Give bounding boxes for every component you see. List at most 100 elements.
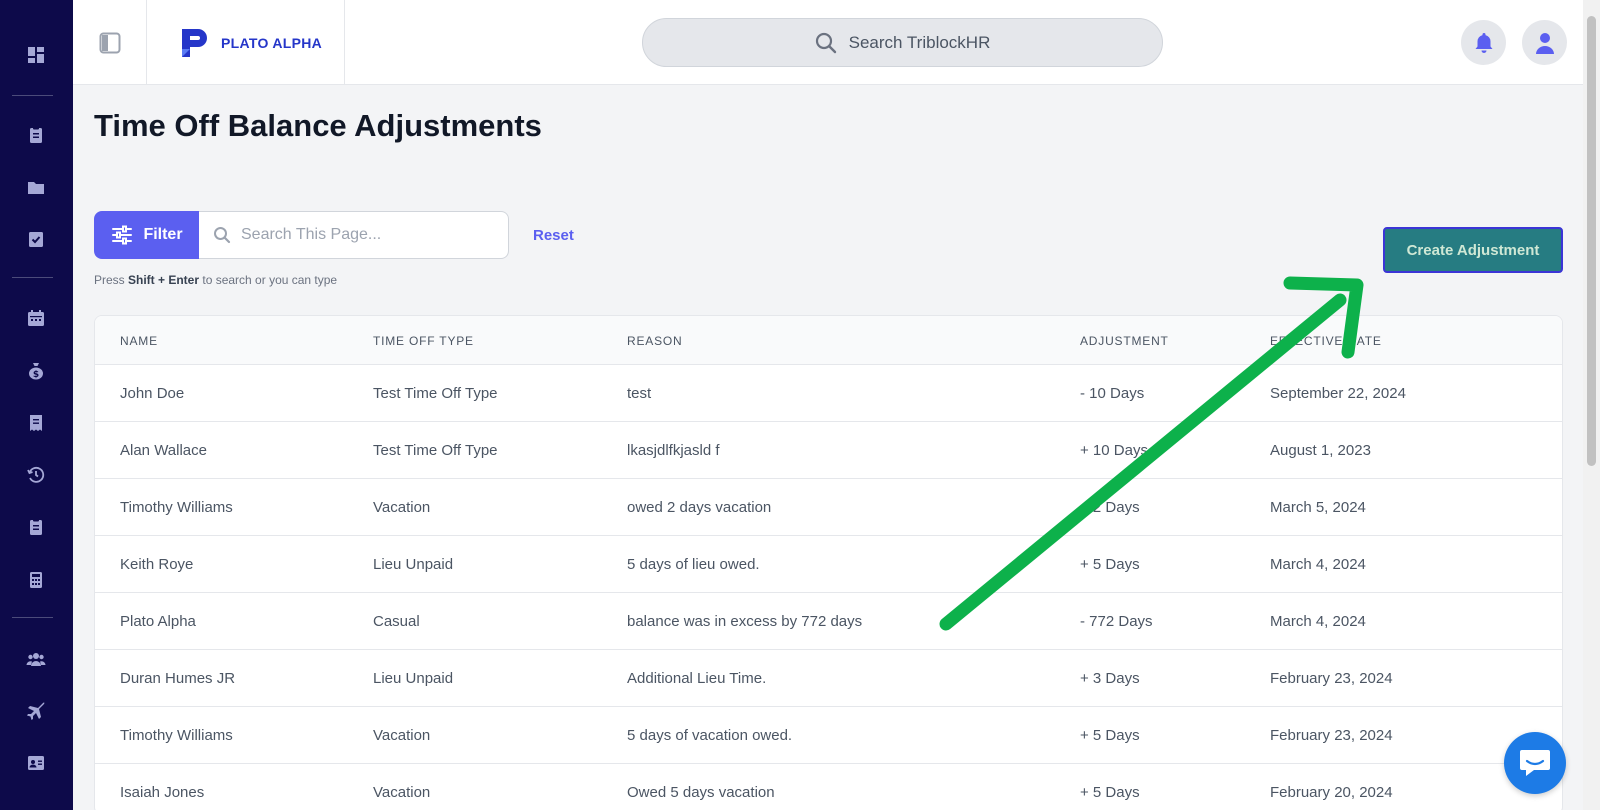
cell-name: Alan Wallace [120, 442, 207, 459]
folder-icon[interactable] [26, 177, 46, 197]
cell-reason: Owed 5 days vacation [627, 784, 775, 801]
chat-launcher-button[interactable] [1504, 732, 1566, 794]
cell-reason: 5 days of vacation owed. [627, 727, 793, 744]
sliders-icon [112, 225, 133, 245]
cell-adjustment: + 3 Days [1080, 670, 1140, 687]
filter-button-label: Filter [143, 226, 183, 243]
column-header-adjustment[interactable]: ADJUSTMENT [1080, 334, 1169, 348]
reset-link[interactable]: Reset [533, 227, 574, 244]
cell-adjustment: + 10 Days [1080, 442, 1148, 459]
cell-name: Timothy Williams [120, 499, 233, 516]
table-row[interactable]: Alan Wallace Test Time Off Type lkasjdlf… [95, 422, 1562, 479]
table-row[interactable]: Timothy Williams Vacation 5 days of vaca… [95, 707, 1562, 764]
plane-icon[interactable] [26, 701, 46, 721]
cell-effective-date: February 20, 2024 [1270, 784, 1393, 801]
plato-logo-icon [182, 28, 207, 57]
table-row[interactable]: Isaiah Jones Vacation Owed 5 days vacati… [95, 764, 1562, 810]
sidebar-divider [12, 277, 53, 278]
cell-reason: test [627, 385, 652, 402]
page-search-field[interactable] [199, 211, 509, 259]
cell-name: John Doe [120, 385, 185, 402]
top-bar: PLATO ALPHA Search TriblockHR [73, 0, 1583, 85]
cell-name: Isaiah Jones [120, 784, 205, 801]
column-header-effective-date[interactable]: EFFECTIVE DATE [1270, 334, 1382, 348]
dashboard-icon[interactable] [26, 45, 46, 65]
cell-time-off-type: Lieu Unpaid [373, 670, 454, 687]
search-icon [815, 32, 836, 53]
receipt-icon[interactable] [26, 413, 46, 433]
cell-reason: 5 days of lieu owed. [627, 556, 760, 573]
cell-name: Timothy Williams [120, 727, 233, 744]
cell-time-off-type: Vacation [373, 784, 431, 801]
cell-time-off-type: Test Time Off Type [373, 442, 498, 459]
cell-effective-date: February 23, 2024 [1270, 670, 1393, 687]
cell-reason: owed 2 days vacation [627, 499, 772, 516]
table-row[interactable]: Duran Humes JR Lieu Unpaid Additional Li… [95, 650, 1562, 707]
cell-adjustment: + 5 Days [1080, 784, 1140, 801]
cell-effective-date: September 22, 2024 [1270, 385, 1406, 402]
clipboard-list-icon[interactable] [26, 517, 46, 537]
app-logo[interactable]: PLATO ALPHA [147, 0, 345, 85]
contact-card-icon[interactable] [26, 753, 46, 773]
user-profile-button[interactable] [1522, 20, 1567, 65]
cell-reason: lkasjdlfkjasld f [627, 442, 720, 459]
sidebar-divider [12, 617, 53, 618]
adjustments-table: NAME TIME OFF TYPE REASON ADJUSTMENT EFF… [94, 315, 1563, 810]
column-header-time-off-type[interactable]: TIME OFF TYPE [373, 334, 474, 348]
column-header-reason[interactable]: REASON [627, 334, 682, 348]
hint-suffix: to search or you can type [199, 273, 338, 287]
cell-effective-date: March 5, 2024 [1270, 499, 1366, 516]
users-icon[interactable] [26, 649, 46, 669]
notifications-button[interactable] [1461, 20, 1506, 65]
table-row[interactable]: Keith Roye Lieu Unpaid 5 days of lieu ow… [95, 536, 1562, 593]
cell-time-off-type: Vacation [373, 727, 431, 744]
table-row[interactable]: Plato Alpha Casual balance was in excess… [95, 593, 1562, 650]
cell-effective-date: March 4, 2024 [1270, 613, 1366, 630]
sidebar: $ [0, 0, 73, 810]
cell-time-off-type: Vacation [373, 499, 431, 516]
page-title: Time Off Balance Adjustments [94, 108, 542, 143]
cell-time-off-type: Casual [373, 613, 420, 630]
create-adjustment-button[interactable]: Create Adjustment [1383, 227, 1563, 273]
sidebar-divider [12, 95, 53, 96]
hint-key: Shift + Enter [128, 273, 200, 287]
table-row[interactable]: John Doe Test Time Off Type test - 10 Da… [95, 365, 1562, 422]
cell-name: Keith Roye [120, 556, 194, 573]
money-bag-icon[interactable]: $ [26, 361, 46, 381]
sidebar-toggle-icon [99, 32, 120, 53]
hint-prefix: Press [94, 273, 129, 287]
cell-adjustment: + 5 Days [1080, 556, 1140, 573]
page-search-input[interactable] [241, 226, 491, 244]
history-icon[interactable] [26, 465, 46, 485]
global-search-bar[interactable]: Search TriblockHR [642, 18, 1163, 67]
clipboard-icon[interactable] [26, 125, 46, 145]
search-icon [214, 227, 231, 244]
logo-text: PLATO ALPHA [221, 34, 323, 51]
global-search-placeholder: Search TriblockHR [848, 32, 991, 52]
cell-adjustment: - 10 Days [1080, 385, 1145, 402]
column-header-name[interactable]: NAME [120, 334, 158, 348]
cell-time-off-type: Test Time Off Type [373, 385, 498, 402]
cell-time-off-type: Lieu Unpaid [373, 556, 454, 573]
cell-adjustment: + 5 Days [1080, 727, 1140, 744]
table-row[interactable]: Timothy Williams Vacation owed 2 days va… [95, 479, 1562, 536]
cell-effective-date: March 4, 2024 [1270, 556, 1366, 573]
scrollbar-thumb[interactable] [1587, 16, 1596, 466]
sidebar-toggle-button[interactable] [73, 0, 147, 85]
search-hint: Press Shift + Enter to search or you can… [94, 273, 337, 287]
filter-button[interactable]: Filter [94, 211, 200, 259]
chat-icon [1520, 750, 1550, 776]
cell-name: Plato Alpha [120, 613, 196, 630]
table-header: NAME TIME OFF TYPE REASON ADJUSTMENT EFF… [95, 316, 1562, 365]
calculator-icon[interactable] [26, 570, 46, 590]
cell-reason: balance was in excess by 772 days [627, 613, 863, 630]
calendar-icon[interactable] [26, 308, 46, 328]
checklist-icon[interactable] [26, 229, 46, 249]
cell-name: Duran Humes JR [120, 670, 236, 687]
svg-text:$: $ [33, 370, 39, 380]
cell-effective-date: August 1, 2023 [1270, 442, 1371, 459]
cell-adjustment: - 772 Days [1080, 613, 1153, 630]
vertical-scrollbar[interactable] [1583, 0, 1600, 810]
cell-adjustment: + 2 Days [1080, 499, 1140, 516]
bell-icon [1475, 32, 1492, 53]
